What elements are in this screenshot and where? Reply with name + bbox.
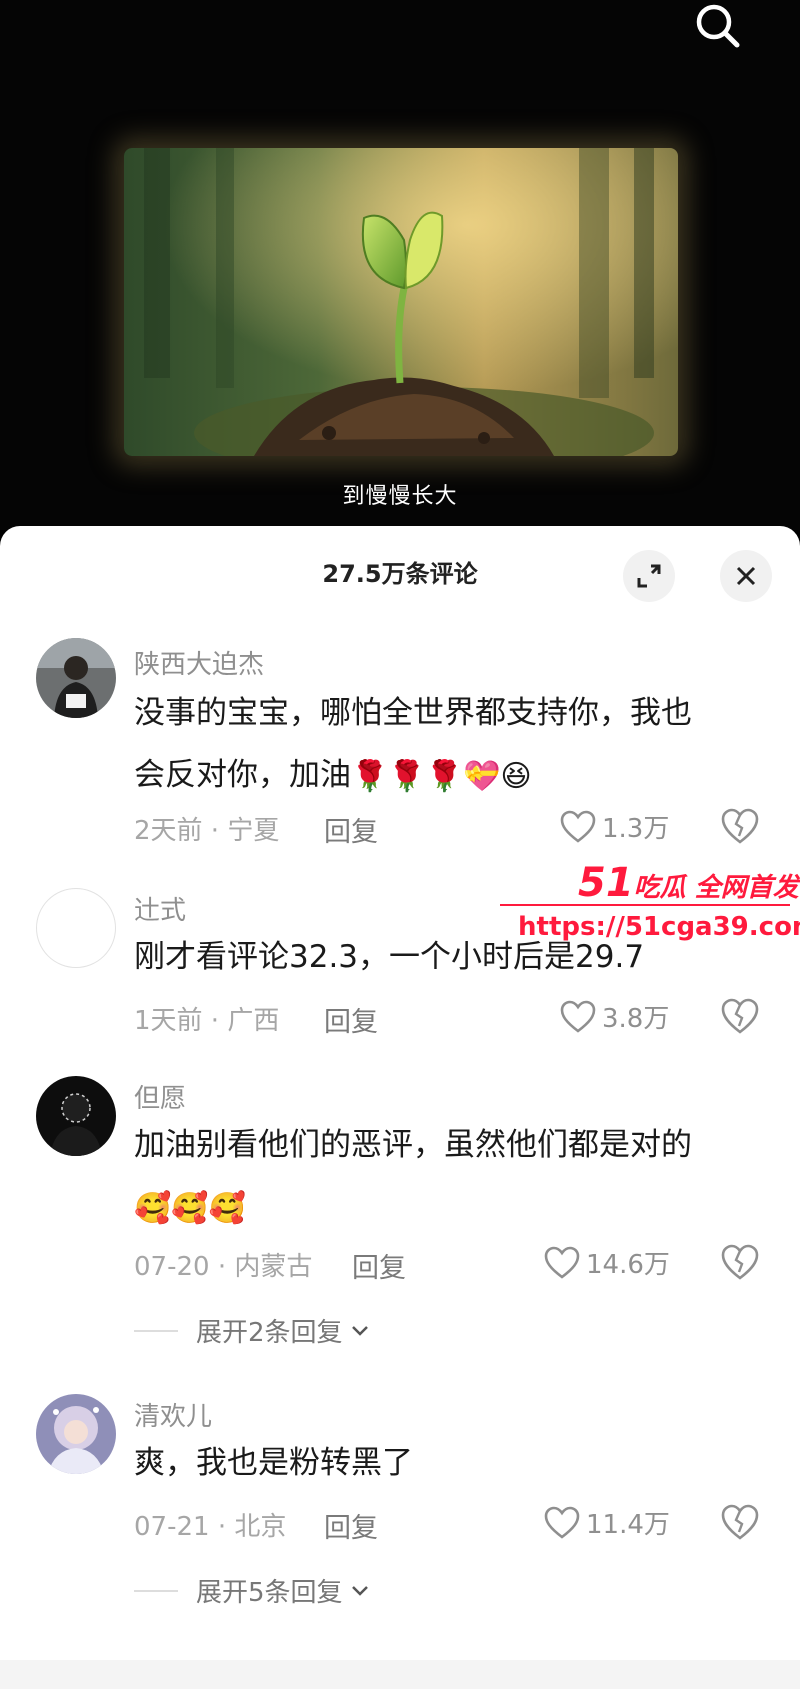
expand-icon (637, 564, 661, 588)
avatar[interactable] (36, 638, 116, 718)
comment-time-location: 07-21 · 北京 (134, 1512, 287, 1542)
heart-icon (544, 1246, 580, 1279)
comment-username[interactable]: 清欢儿 (134, 1396, 212, 1433)
close-panel-button[interactable] (720, 550, 772, 602)
avatar[interactable] (36, 1076, 116, 1156)
like-count: 11.4万 (586, 1510, 670, 1540)
broken-heart-icon (721, 1244, 759, 1280)
avatar[interactable] (36, 1394, 116, 1474)
reply-button[interactable]: 回复 (324, 1506, 378, 1545)
dislike-button[interactable] (720, 1242, 760, 1282)
comment-text: 刚才看评论32.3，一个小时后是29.7 (134, 939, 645, 975)
like-button[interactable]: 11.4万 (544, 1504, 670, 1541)
emoji-group: 🥰🥰🥰 (134, 1190, 247, 1226)
runner-avatar-image (36, 638, 116, 718)
search-icon (696, 4, 740, 48)
comment-text: 没事的宝宝，哪怕全世界都支持你，我也 会反对你，加油🌹🌹🌹💝😆 (134, 682, 754, 808)
expand-replies-button[interactable]: 展开2条回复 (134, 1312, 371, 1349)
comment-username[interactable]: 辻式 (134, 890, 186, 927)
search-button[interactable] (692, 0, 744, 52)
like-count: 1.3万 (602, 814, 670, 844)
broken-heart-icon (721, 808, 759, 844)
video-player[interactable]: 到慢慢长大 (0, 0, 800, 530)
reply-button[interactable]: 回复 (324, 810, 378, 849)
bottom-strip (0, 1660, 800, 1689)
broken-heart-icon (721, 998, 759, 1034)
expand-panel-button[interactable] (623, 550, 675, 602)
emoji-group: 🌹🌹🌹💝😆 (351, 758, 532, 794)
heart-icon (560, 810, 596, 843)
comments-panel: 27.5万条评论 陕西大迫杰 没事的宝宝，哪怕全世界都支持你，我也 会反对你，加… (0, 526, 800, 1689)
comment-time-location: 1天前 · 广西 (134, 1006, 280, 1036)
like-button[interactable]: 1.3万 (560, 808, 669, 845)
anime-girl-avatar-image (36, 1394, 116, 1474)
like-button[interactable]: 3.8万 (560, 998, 669, 1035)
comment-count-title: 27.5万条评论 (322, 560, 478, 588)
comment-username[interactable]: 陕西大迫杰 (134, 644, 264, 681)
avatar[interactable] (36, 888, 116, 968)
comment-time-location: 07-20 · 内蒙古 (134, 1252, 313, 1282)
reply-button[interactable]: 回复 (324, 1000, 378, 1039)
divider-line (134, 1329, 178, 1332)
video-frame[interactable] (124, 148, 678, 456)
silhouette-avatar-image (36, 1076, 116, 1156)
expand-replies-button[interactable]: 展开5条回复 (134, 1572, 371, 1609)
like-button[interactable]: 14.6万 (544, 1244, 670, 1281)
comment-text: 爽，我也是粉转黑了 (134, 1445, 413, 1481)
reply-button[interactable]: 回复 (352, 1246, 406, 1285)
dislike-button[interactable] (720, 996, 760, 1036)
like-count: 3.8万 (602, 1004, 670, 1034)
like-count: 14.6万 (586, 1250, 670, 1280)
broken-heart-icon (721, 1504, 759, 1540)
heart-icon (544, 1506, 580, 1539)
comment-text: 加油别看他们的恶评，虽然他们都是对的 🥰🥰🥰 (134, 1114, 754, 1240)
close-icon (736, 566, 756, 586)
divider-line (134, 1589, 178, 1592)
chevron-down-icon (351, 1585, 368, 1596)
heart-icon (560, 1000, 596, 1033)
chevron-down-icon (351, 1325, 368, 1336)
dislike-button[interactable] (720, 806, 760, 846)
comment-username[interactable]: 但愿 (134, 1078, 186, 1115)
video-subtitle: 到慢慢长大 (342, 484, 458, 509)
comment-time-location: 2天前 · 宁夏 (134, 816, 280, 846)
dislike-button[interactable] (720, 1502, 760, 1542)
sprout-image (124, 148, 678, 456)
